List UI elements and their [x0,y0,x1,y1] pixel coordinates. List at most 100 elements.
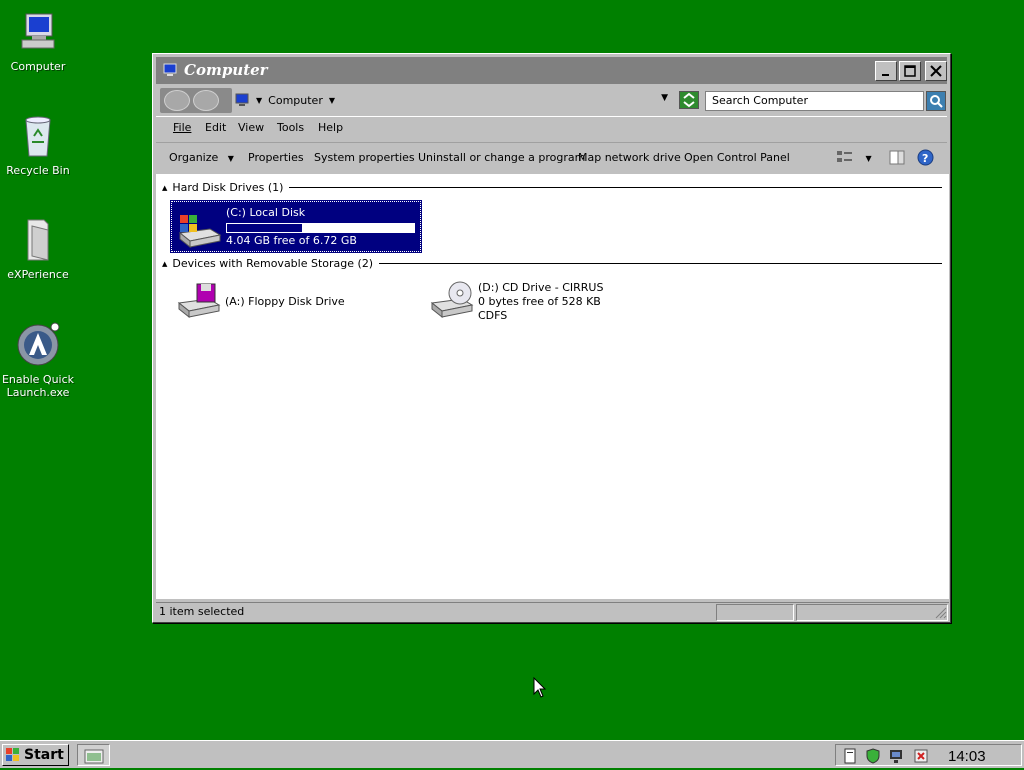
breadcrumb-location[interactable]: Computer [268,94,323,107]
drive-item-c[interactable]: (C:) Local Disk 4.04 GB free of 6.72 GB [170,200,422,253]
back-button[interactable] [164,90,190,111]
recycle-bin-icon [25,116,51,157]
map-network-drive-button[interactable]: Map network drive [578,151,681,164]
close-button[interactable] [925,61,947,81]
open-control-panel-button[interactable]: Open Control Panel [684,151,790,164]
explorer-window: Computer ▼ Computer ▼ ▼ Search Computer … [152,53,951,623]
search-input[interactable]: Search Computer [705,91,924,111]
menu-file[interactable]: File [173,121,191,134]
file-list: ▲ Hard Disk Drives (1) (C:) Local Disk 4… [156,174,949,599]
drive-name: (A:) Floppy Disk Drive [225,295,345,308]
address-dropdown-icon[interactable]: ▼ [661,93,668,103]
desktop-icon-label: Enable Quick Launch.exe [1,373,75,399]
views-button[interactable]: ▼ [836,149,872,168]
system-tray: 14:03 [835,744,1022,766]
mouse-cursor-icon [533,677,547,698]
nav-buttons [160,88,232,113]
computer-icon [235,93,249,106]
quick-launch-icon [17,322,60,366]
taskbar-item-explorer[interactable] [77,744,110,766]
drive-item-d[interactable]: (D:) CD Drive - CIRRUS 0 bytes free of 5… [424,277,674,327]
desktop-icon-label: eXPerience [7,268,69,281]
group-divider [379,263,942,264]
folder-icon [27,219,49,261]
group-header-removable[interactable]: ▲ Devices with Removable Storage (2) [162,257,942,270]
computer-icon [163,63,177,76]
help-icon: ? [917,149,934,166]
network-icon[interactable] [888,748,904,764]
security-shield-icon[interactable] [865,748,881,764]
refresh-icon [683,92,695,108]
menu-bar: File Edit View Tools Help [156,116,947,138]
preview-pane-button[interactable] [889,150,905,168]
drive-name: (C:) Local Disk [226,206,306,219]
disk-usage-bar [226,223,415,233]
search-icon [930,95,943,108]
disk-usage-fill [227,224,302,232]
desktop-icon-quick-launch[interactable]: Enable Quick Launch.exe [0,321,76,399]
drive-item-a[interactable]: (A:) Floppy Disk Drive [171,277,421,327]
address-field[interactable]: ▼ Computer ▼ ▼ [232,90,668,110]
desktop-icon-recycle-bin[interactable]: Recycle Bin [0,112,76,177]
refresh-button[interactable] [679,91,699,109]
group-divider [289,187,942,188]
preview-pane-icon [889,150,905,165]
resize-grip-icon[interactable] [935,607,947,619]
floppy-drive-icon [177,283,221,319]
windows-flag-icon [6,748,19,761]
svg-text:?: ? [922,152,928,165]
status-pane [796,604,948,621]
menu-view[interactable]: View [238,121,264,134]
search-button[interactable] [926,91,946,111]
drive-filesystem: CDFS [478,309,508,322]
desktop-icon-label: Recycle Bin [6,164,70,177]
desktop-icon-experience[interactable]: eXPerience [0,216,76,281]
breadcrumb-arrow-icon[interactable]: ▼ [256,96,262,105]
help-button[interactable]: ? [917,149,934,169]
desktop-icon-label: Computer [10,60,66,73]
chevron-down-icon: ▼ [227,154,234,163]
minimize-button[interactable] [875,61,897,81]
explorer-icon [84,749,104,764]
chevron-down-icon: ▼ [865,154,872,163]
hard-drive-icon [178,215,222,249]
command-bar: Organize ▼ Properties System properties … [156,142,947,172]
clock[interactable]: 14:03 [948,748,986,765]
organize-button[interactable]: Organize ▼ [169,151,234,164]
menu-edit[interactable]: Edit [205,121,226,134]
forward-button[interactable] [193,90,219,111]
group-title: Hard Disk Drives (1) [172,181,284,194]
close-icon [930,65,942,77]
drive-name: (D:) CD Drive - CIRRUS [478,281,604,294]
group-title: Devices with Removable Storage (2) [172,257,374,270]
collapse-arrow-icon: ▲ [162,259,168,268]
address-bar: ▼ Computer ▼ ▼ Search Computer [156,86,947,114]
desktop-icon-computer[interactable]: Computer [0,8,76,73]
uninstall-program-button[interactable]: Uninstall or change a program [418,151,585,164]
maximize-icon [904,65,916,77]
computer-icon [21,13,55,49]
maximize-button[interactable] [899,61,921,81]
status-text: 1 item selected [159,605,245,618]
drive-free-space: 4.04 GB free of 6.72 GB [226,234,357,247]
drive-free-space: 0 bytes free of 528 KB [478,295,601,308]
collapse-arrow-icon: ▲ [162,183,168,192]
group-header-hard-disk[interactable]: ▲ Hard Disk Drives (1) [162,181,942,194]
organize-label: Organize [169,151,219,164]
properties-button[interactable]: Properties [248,151,304,164]
status-pane [716,604,794,621]
system-properties-button[interactable]: System properties [314,151,415,164]
window-title: Computer [184,61,268,79]
menu-help[interactable]: Help [318,121,343,134]
cd-drive-icon [430,281,474,319]
taskbar: Start 14:03 [0,740,1024,768]
minimize-icon [882,74,889,76]
start-button[interactable]: Start [2,744,69,766]
start-label: Start [24,747,64,763]
document-icon[interactable] [842,748,858,764]
views-icon [837,151,852,162]
title-bar[interactable]: Computer [156,57,947,84]
menu-tools[interactable]: Tools [277,121,304,134]
volume-muted-icon[interactable] [913,748,929,764]
breadcrumb-arrow-icon[interactable]: ▼ [329,96,335,105]
